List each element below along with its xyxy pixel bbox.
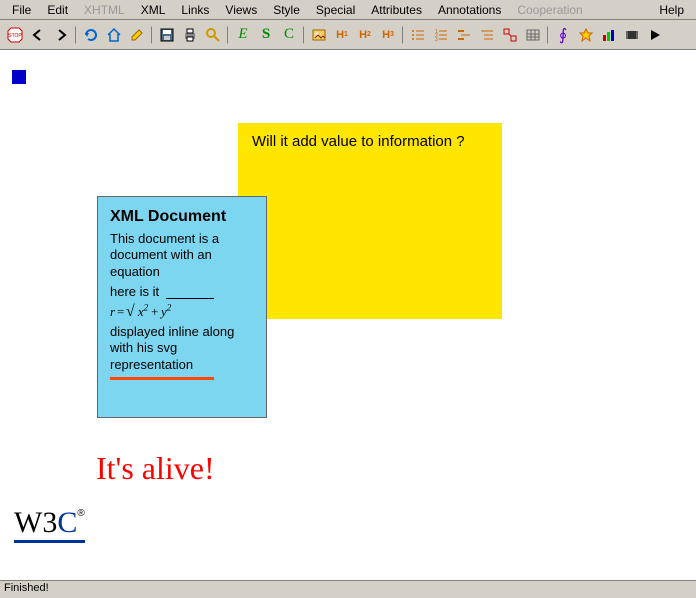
equation: r=√ x2+y2 <box>110 302 254 322</box>
yellow-note: Will it add value to information ? <box>238 123 502 319</box>
menu-xhtml: XHTML <box>76 1 133 19</box>
document-canvas[interactable]: Will it add value to information ? XML D… <box>0 50 696 578</box>
menu-xml[interactable]: XML <box>133 1 174 19</box>
stop-button[interactable]: STOP <box>4 24 26 46</box>
menu-links[interactable]: Links <box>173 1 217 19</box>
svg-text:3: 3 <box>435 37 438 43</box>
reload-button[interactable] <box>80 24 102 46</box>
status-bar: Finished! <box>0 580 696 598</box>
print-button[interactable] <box>179 24 201 46</box>
xml-document-box: XML Document This document is a document… <box>97 196 267 418</box>
image-button[interactable] <box>308 24 330 46</box>
num-list-button[interactable]: 123 <box>430 24 452 46</box>
strong-button[interactable]: S <box>255 24 277 46</box>
xml-title: XML Document <box>110 207 254 227</box>
xml-paragraph-1: This document is a document with an equa… <box>110 231 254 280</box>
toolbar: STOP E S C H1 H2 H3 123 ∮ <box>0 20 696 50</box>
xml-paragraph-2: displayed inline along with his svg repr… <box>110 324 254 373</box>
play-button[interactable] <box>644 24 666 46</box>
menu-views[interactable]: Views <box>217 1 265 19</box>
link-button[interactable] <box>499 24 521 46</box>
back-button[interactable] <box>27 24 49 46</box>
h2-button[interactable]: H2 <box>354 24 376 46</box>
edit-button[interactable] <box>126 24 148 46</box>
blue-square-icon <box>12 70 26 84</box>
alive-text: It's alive! <box>96 450 215 487</box>
dl-button[interactable] <box>453 24 475 46</box>
dt-button[interactable] <box>476 24 498 46</box>
red-underline <box>110 377 214 380</box>
separator <box>75 26 77 44</box>
h3-button[interactable]: H3 <box>377 24 399 46</box>
separator <box>151 26 153 44</box>
code-button[interactable]: C <box>278 24 300 46</box>
menu-annotations[interactable]: Annotations <box>430 1 509 19</box>
emphasis-button[interactable]: E <box>232 24 254 46</box>
math-button[interactable]: ∮ <box>552 24 574 46</box>
table-button[interactable] <box>522 24 544 46</box>
graph-button[interactable] <box>575 24 597 46</box>
separator <box>402 26 404 44</box>
status-text: Finished! <box>4 582 49 594</box>
save-button[interactable] <box>156 24 178 46</box>
yellow-note-text: Will it add value to information ? <box>252 133 465 150</box>
forward-button[interactable] <box>50 24 72 46</box>
h1-button[interactable]: H1 <box>331 24 353 46</box>
separator <box>547 26 549 44</box>
separator <box>303 26 305 44</box>
transform-button[interactable] <box>621 24 643 46</box>
home-button[interactable] <box>103 24 125 46</box>
menubar: File Edit XHTML XML Links Views Style Sp… <box>0 0 696 20</box>
library-button[interactable] <box>598 24 620 46</box>
menu-help[interactable]: Help <box>651 1 692 19</box>
menu-edit[interactable]: Edit <box>39 1 76 19</box>
menu-attributes[interactable]: Attributes <box>363 1 430 19</box>
separator <box>227 26 229 44</box>
find-button[interactable] <box>202 24 224 46</box>
menu-style[interactable]: Style <box>265 1 308 19</box>
menu-special[interactable]: Special <box>308 1 363 19</box>
menu-file[interactable]: File <box>4 1 39 19</box>
bullet-list-button[interactable] <box>407 24 429 46</box>
svg-text:STOP: STOP <box>8 33 22 39</box>
menu-cooperation: Cooperation <box>509 1 590 19</box>
w3c-logo: W3C® <box>14 506 85 543</box>
